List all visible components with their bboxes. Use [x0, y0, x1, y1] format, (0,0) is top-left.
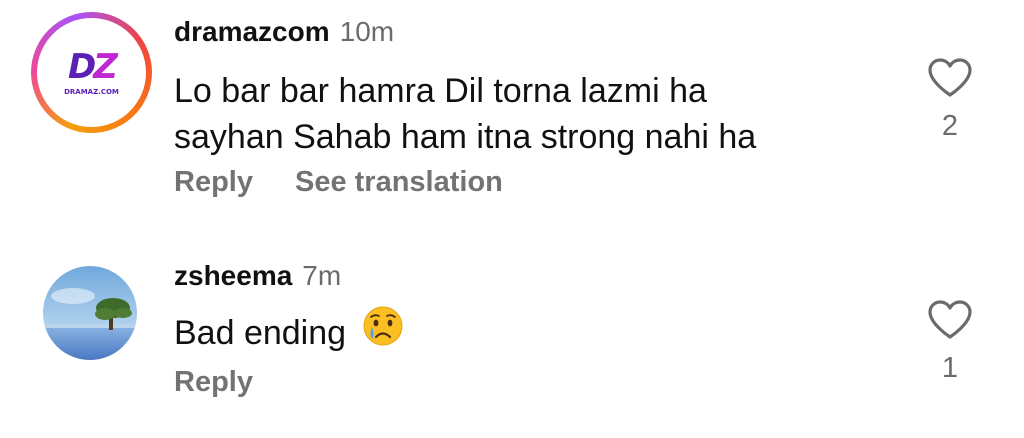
like-control: 1	[920, 300, 980, 385]
comment-item: zsheema 7m Bad ending Reply 1	[0, 0, 1024, 438]
landscape-tree-photo	[43, 266, 137, 360]
avatar[interactable]	[43, 266, 137, 360]
comment-actions: Reply	[174, 366, 295, 399]
heart-icon[interactable]	[927, 300, 973, 340]
comment-text-line: Bad ending	[174, 314, 347, 352]
crying-face-icon	[362, 305, 404, 359]
like-count: 1	[941, 352, 959, 384]
comment-header: zsheema 7m	[174, 260, 341, 292]
reply-button[interactable]: Reply	[174, 366, 253, 398]
timestamp: 7m	[302, 260, 342, 291]
comment-text: Bad ending	[174, 306, 404, 359]
comments-list: DZ DRAMAZ.COM dramazcom 10m Lo bar bar ha…	[0, 0, 1024, 438]
username[interactable]: zsheema	[174, 260, 292, 291]
